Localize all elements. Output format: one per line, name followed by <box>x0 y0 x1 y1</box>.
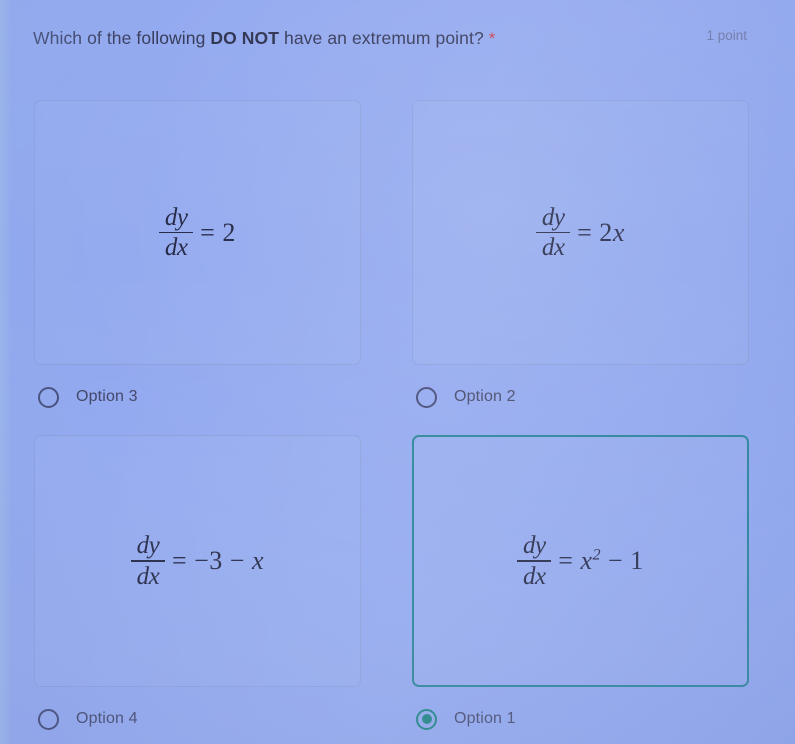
option-cell-option-1: dy dx = x2 − 1 Option 1 <box>412 435 749 739</box>
option-cell-option-3: dy dx = 2 Option 3 <box>34 100 361 417</box>
radio-label-option-2: Option 2 <box>454 388 516 405</box>
question-text-part-2: have an extremum point? <box>279 28 484 48</box>
option-image-card-option-4[interactable]: dy dx = −3 − x <box>34 435 361 687</box>
rhs-variable: x <box>580 546 593 575</box>
fraction-denominator: dx <box>541 234 565 262</box>
question-title: Which of the following DO NOT have an ex… <box>33 28 484 49</box>
radio-label-option-1: Option 1 <box>454 710 516 727</box>
radio-label-option-4: Option 4 <box>76 710 138 727</box>
rhs-variable: x <box>612 217 625 247</box>
radio-row-option-2[interactable]: Option 2 <box>412 377 749 417</box>
radio-button-option-2[interactable] <box>416 386 437 408</box>
required-asterisk: * <box>488 29 496 48</box>
fraction-denominator: dx <box>522 562 546 590</box>
fraction-numerator: dy <box>522 532 546 560</box>
fraction: dy dx <box>536 203 571 262</box>
question-header: Which of the following DO NOT have an ex… <box>33 28 775 49</box>
option-image-card-option-2[interactable]: dy dx = 2x <box>412 100 749 365</box>
fraction-numerator: dy <box>136 532 160 560</box>
option-cell-option-2: dy dx = 2x Option 2 <box>412 100 749 417</box>
question-text-part-1: Which of the following <box>33 28 211 48</box>
formula-option-3: dy dx = 2 <box>159 203 236 262</box>
rhs-variable: x <box>251 546 265 575</box>
radio-label-option-3: Option 3 <box>76 388 138 405</box>
quiz-question-page: Which of the following DO NOT have an ex… <box>0 0 795 744</box>
formula-right-side: = −3 − x <box>172 546 264 576</box>
fraction: dy dx <box>130 532 165 590</box>
fraction-denominator: dx <box>164 234 188 262</box>
points-label: 1 point <box>706 28 747 43</box>
radio-button-option-3[interactable] <box>38 386 59 408</box>
rhs-prefix: = 2 <box>577 217 613 247</box>
formula-option-4: dy dx = −3 − x <box>130 532 264 590</box>
radio-button-option-1[interactable] <box>416 708 437 730</box>
fraction-numerator: dy <box>164 203 188 231</box>
fraction-numerator: dy <box>541 203 565 231</box>
option-image-card-option-3[interactable]: dy dx = 2 <box>34 100 361 365</box>
rhs-suffix: − 1 <box>601 546 644 575</box>
rhs-prefix: = 2 <box>200 217 236 247</box>
formula-right-side: = 2 <box>200 218 236 248</box>
rhs-exponent: 2 <box>592 546 602 564</box>
rhs-prefix: = <box>558 546 581 575</box>
radio-row-option-4[interactable]: Option 4 <box>34 699 361 739</box>
formula-right-side: = x2 − 1 <box>558 546 643 576</box>
fraction: dy dx <box>517 532 552 590</box>
radio-button-option-4[interactable] <box>38 708 59 730</box>
formula-option-2: dy dx = 2x <box>536 203 625 262</box>
radio-row-option-1[interactable]: Option 1 <box>412 699 749 739</box>
rhs-prefix: = −3 − <box>171 546 252 575</box>
fraction-denominator: dx <box>136 562 160 590</box>
question-text-bold: DO NOT <box>210 28 280 48</box>
option-cell-option-4: dy dx = −3 − x Option 4 <box>34 435 361 739</box>
option-image-card-option-1[interactable]: dy dx = x2 − 1 <box>412 435 749 687</box>
radio-row-option-3[interactable]: Option 3 <box>34 377 361 417</box>
fraction: dy dx <box>159 203 194 262</box>
formula-right-side: = 2x <box>577 218 625 248</box>
formula-option-1: dy dx = x2 − 1 <box>517 533 643 589</box>
radio-selected-dot <box>421 714 432 724</box>
